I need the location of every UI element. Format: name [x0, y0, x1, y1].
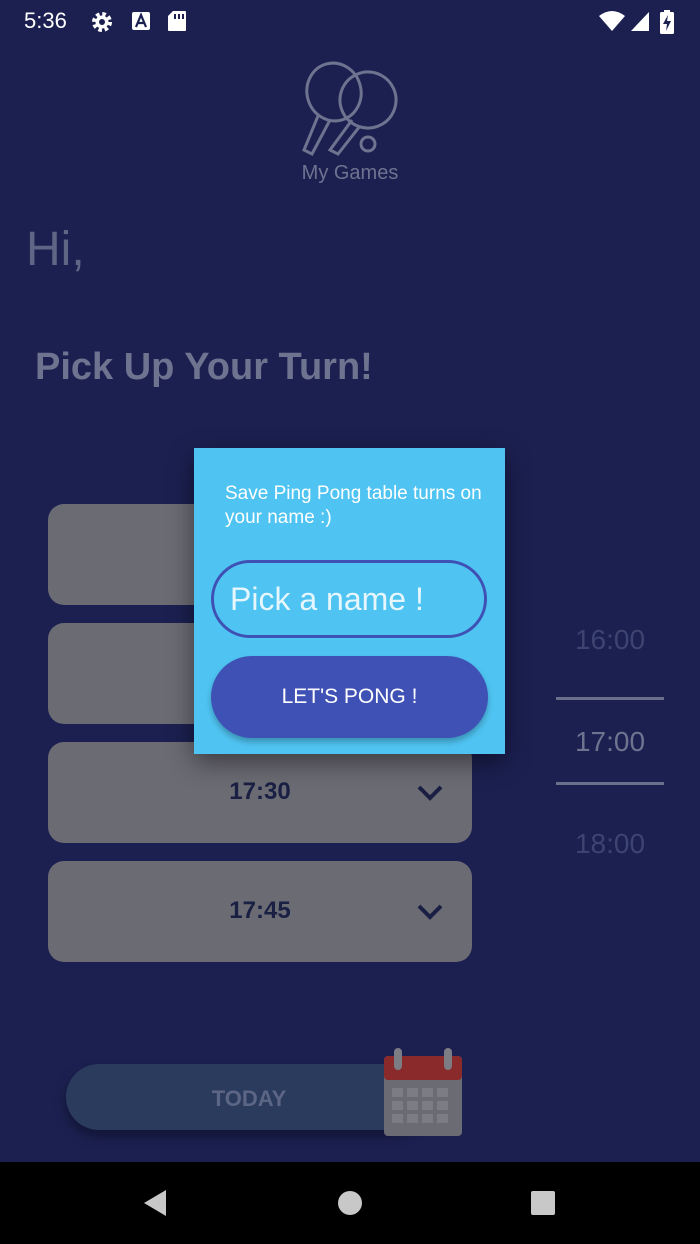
recents-icon[interactable]	[530, 1189, 556, 1217]
status-time: 5:36	[24, 8, 67, 33]
chevron-down-icon[interactable]	[416, 903, 444, 921]
back-icon[interactable]	[142, 1189, 168, 1217]
a-notification-icon	[132, 12, 150, 30]
time-slot-3[interactable]: 17:30	[48, 742, 472, 843]
settings-icon	[92, 12, 112, 32]
chevron-down-icon[interactable]	[416, 784, 444, 802]
page-headline: Pick Up Your Turn!	[35, 346, 373, 388]
name-input[interactable]	[211, 560, 487, 638]
lets-pong-button[interactable]: LET'S PONG !	[211, 656, 488, 738]
wifi-icon	[599, 11, 625, 31]
time-slot-4[interactable]: 17:45	[48, 861, 472, 962]
picker-item-below[interactable]: 18:00	[556, 828, 664, 860]
status-bar: 5:36	[0, 0, 700, 44]
picker-divider	[556, 697, 664, 700]
ping-pong-paddles-icon	[302, 61, 398, 156]
battery-charging-icon	[660, 10, 674, 34]
picker-divider	[556, 782, 664, 785]
greeting-text: Hi,	[26, 223, 85, 276]
picker-item-above[interactable]: 16:00	[556, 624, 664, 656]
name-dialog: Save Ping Pong table turns on your name …	[194, 448, 505, 754]
dialog-message: Save Ping Pong table turns on your name …	[225, 483, 482, 528]
navigation-bar	[0, 1162, 700, 1244]
slot-time: 17:45	[229, 897, 291, 924]
picker-item-selected[interactable]: 17:00	[556, 726, 664, 758]
home-icon[interactable]	[337, 1189, 363, 1217]
sd-card-icon	[168, 11, 186, 31]
today-button[interactable]: TODAY	[66, 1064, 426, 1130]
cell-signal-icon	[631, 12, 649, 31]
calendar-icon[interactable]	[382, 1046, 464, 1138]
today-label: TODAY	[211, 1086, 287, 1111]
slot-time: 17:30	[229, 778, 291, 805]
app-name: My Games	[301, 162, 399, 184]
